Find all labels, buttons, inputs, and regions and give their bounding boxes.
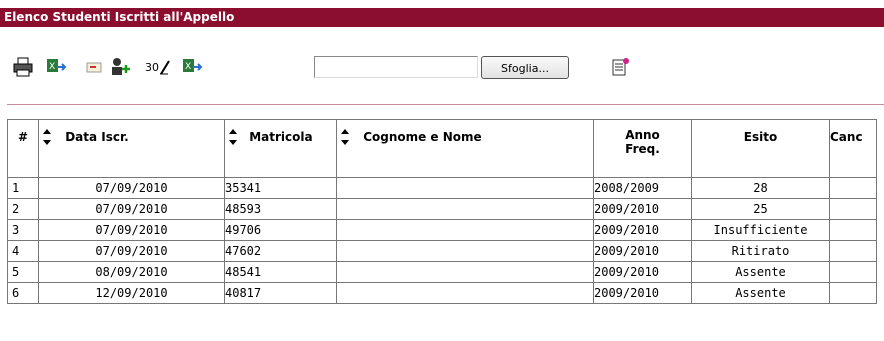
- table-header-row: # Data Iscr. Matricola Cognome e Nome An…: [7, 119, 877, 178]
- col-data-iscr-header[interactable]: Data Iscr.: [38, 119, 225, 178]
- cell-canc: [829, 240, 877, 262]
- svg-text:X: X: [185, 62, 191, 72]
- cell-esito: 28: [691, 177, 830, 199]
- cell-data-iscr: 07/09/2010: [38, 177, 225, 199]
- cell-nome: [336, 198, 594, 220]
- sort-desc-icon[interactable]: [341, 140, 349, 145]
- cell-matricola: 49706: [224, 219, 337, 241]
- cell-matricola: 47602: [224, 240, 337, 262]
- cell-canc: [829, 177, 877, 199]
- printer-icon[interactable]: [12, 56, 34, 78]
- col-num-header: #: [7, 119, 39, 178]
- sort-desc-icon[interactable]: [229, 140, 237, 145]
- add-user-icon[interactable]: [110, 56, 132, 78]
- cell-num: 6: [7, 282, 39, 304]
- svg-text:X: X: [49, 62, 55, 72]
- cell-matricola: 40817: [224, 282, 337, 304]
- cell-data-iscr: 08/09/2010: [38, 261, 225, 283]
- students-table: # Data Iscr. Matricola Cognome e Nome An…: [7, 119, 877, 304]
- cell-esito: Ritirato: [691, 240, 830, 262]
- cell-num: 2: [7, 198, 39, 220]
- table-row: 6 12/09/2010 40817 2009/2010 Assente: [7, 282, 877, 304]
- toolbar: X 30 X Sfoglia...: [0, 50, 884, 90]
- col-anno-freq-header: Anno Freq.: [593, 119, 692, 178]
- export-excel-icon[interactable]: X: [46, 56, 68, 78]
- cell-num: 1: [7, 177, 39, 199]
- cell-data-iscr: 07/09/2010: [38, 219, 225, 241]
- cell-matricola: 48593: [224, 198, 337, 220]
- notes-icon[interactable]: [610, 56, 632, 78]
- cell-data-iscr: 12/09/2010: [38, 282, 225, 304]
- cell-canc: [829, 261, 877, 283]
- table-row: 2 07/09/2010 48593 2009/2010 25: [7, 198, 877, 220]
- cell-anno: 2009/2010: [593, 198, 692, 220]
- cell-data-iscr: 07/09/2010: [38, 198, 225, 220]
- sort-desc-icon[interactable]: [43, 140, 51, 145]
- cell-esito: Insufficiente: [691, 219, 830, 241]
- cell-nome: [336, 240, 594, 262]
- import-excel-icon[interactable]: X: [182, 56, 204, 78]
- table-row: 3 07/09/2010 49706 2009/2010 Insufficien…: [7, 219, 877, 241]
- col-matricola-header[interactable]: Matricola: [224, 119, 337, 178]
- cell-canc: [829, 198, 877, 220]
- cell-anno: 2009/2010: [593, 282, 692, 304]
- cell-nome: [336, 219, 594, 241]
- sort-asc-icon[interactable]: [341, 129, 349, 134]
- grade-label: 30: [145, 60, 159, 74]
- table-row: 5 08/09/2010 48541 2009/2010 Assente: [7, 261, 877, 283]
- cell-matricola: 48541: [224, 261, 337, 283]
- file-path-input[interactable]: [314, 56, 478, 78]
- cell-canc: [829, 282, 877, 304]
- cell-num: 5: [7, 261, 39, 283]
- col-cognome-nome-header[interactable]: Cognome e Nome: [336, 119, 594, 178]
- email-icon[interactable]: [84, 56, 106, 78]
- browse-button[interactable]: Sfoglia...: [481, 56, 569, 79]
- page-title: Elenco Studenti Iscritti all'Appello: [0, 8, 884, 27]
- cell-nome: [336, 261, 594, 283]
- grade-edit-icon[interactable]: 30: [143, 56, 173, 78]
- cell-esito: Assente: [691, 282, 830, 304]
- separator: [7, 104, 884, 105]
- cell-esito: 25: [691, 198, 830, 220]
- cell-data-iscr: 07/09/2010: [38, 240, 225, 262]
- cell-nome: [336, 282, 594, 304]
- cell-esito: Assente: [691, 261, 830, 283]
- table-row: 1 07/09/2010 35341 2008/2009 28: [7, 177, 877, 199]
- sort-asc-icon[interactable]: [229, 129, 237, 134]
- cell-anno: 2009/2010: [593, 219, 692, 241]
- col-canc-header: Canc: [829, 119, 877, 178]
- col-esito-header: Esito: [691, 119, 830, 178]
- cell-anno: 2008/2009: [593, 177, 692, 199]
- cell-anno: 2009/2010: [593, 240, 692, 262]
- table-row: 4 07/09/2010 47602 2009/2010 Ritirato: [7, 240, 877, 262]
- sort-asc-icon[interactable]: [43, 129, 51, 134]
- cell-anno: 2009/2010: [593, 261, 692, 283]
- cell-nome: [336, 177, 594, 199]
- cell-num: 3: [7, 219, 39, 241]
- cell-num: 4: [7, 240, 39, 262]
- cell-matricola: 35341: [224, 177, 337, 199]
- cell-canc: [829, 219, 877, 241]
